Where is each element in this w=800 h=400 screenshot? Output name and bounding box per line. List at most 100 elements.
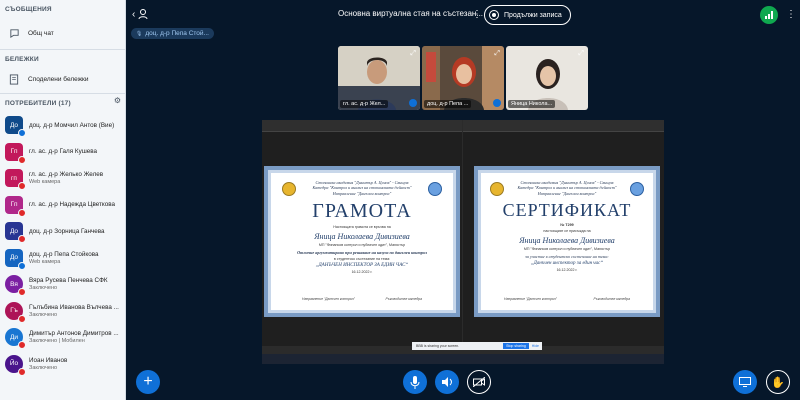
avatar-initials: До (9, 227, 19, 235)
mic-active-icon (409, 99, 417, 107)
video-tile[interactable]: ⤢ Яница Никола... (506, 46, 588, 110)
camera-button[interactable] (467, 370, 491, 394)
chevron-left-icon[interactable]: ‹ (132, 9, 135, 20)
public-chat-item[interactable]: Общ чат (0, 23, 125, 43)
user-status: Web камера (29, 179, 61, 186)
presenter-tag: 🎙 доц. д-р Пепа Стой... (131, 28, 214, 39)
user-list-item[interactable]: Йо Йоан Иванов Заключено (0, 351, 125, 378)
avatar: До (5, 248, 26, 270)
desktop-icon (739, 377, 751, 387)
hide-button[interactable]: Hide (532, 344, 539, 348)
avatar-initials: Гп (10, 201, 18, 209)
users-toggle-icon[interactable] (138, 8, 148, 20)
user-list-item[interactable]: Гп гл. ас. д-р Надежда Цветкова (0, 192, 125, 219)
avatar: До (5, 222, 26, 244)
expand-icon[interactable]: ⤢ (494, 50, 500, 58)
cert2-header3: Направление "Данъчен контрол" (537, 190, 597, 196)
user-list-item[interactable]: гп гл. ас. д-р Желько Желев Web камера (0, 165, 125, 192)
cert1-text1: Отличие аргументирано при решаване на ка… (297, 250, 427, 256)
audio-button[interactable] (435, 370, 459, 394)
chat-icon (8, 27, 20, 39)
video-tile[interactable]: ⤢ доц. д-р Пепа ... (422, 46, 504, 110)
notes-section-title: БЕЛЕЖКИ (5, 56, 39, 63)
cert2-event: „Данъчен инспектор за един час“ (530, 261, 604, 267)
cert1-text2: в студентско състезание на тема: (333, 257, 391, 262)
cert2-sign-left: Направление "Данъчен контрол" (504, 297, 557, 301)
cert2-sign-right: Ръководител катедра (593, 297, 630, 301)
speaker-icon (442, 377, 452, 387)
user-list: До доц. д-р Момчил Антов (Вие) Гп гл. ас. д… (0, 112, 125, 377)
mic-icon: 🎙 (136, 30, 143, 37)
raise-hand-button[interactable]: ✋ (766, 370, 790, 394)
cert1-sub: МП "Финансов контрол и публичен одит", М… (318, 243, 406, 248)
record-button[interactable]: Продължи записа (484, 5, 571, 25)
avatar-initials: До (9, 254, 19, 262)
shared-notes-label: Споделени бележки (28, 75, 89, 83)
sharing-notice: BBB is sharing your screen. Stop sharing… (412, 342, 542, 350)
avatar-initials: До (9, 121, 19, 129)
microphone-button[interactable] (403, 370, 427, 394)
user-list-item[interactable]: До доц. д-р Зорница Ганчева (0, 218, 125, 245)
mic-status-icon (18, 288, 26, 297)
cert1-sign-left: Направление "Данъчен контрол" (302, 297, 355, 301)
public-chat-label: Общ чат (28, 29, 54, 37)
cert2-sub: МП "Финансов контрол и публичен одит", М… (523, 247, 611, 252)
user-list-item[interactable]: Ди Димитър Антонов Димитров ... Заключено … (0, 324, 125, 351)
divider (0, 93, 125, 94)
connection-status-icon[interactable] (760, 6, 778, 24)
screen-share-button[interactable] (733, 370, 757, 394)
academy-seal-icon (282, 182, 296, 196)
cert1-name: Яница Николаева Дивизиева (314, 232, 410, 242)
screen-share[interactable]: Стопанска академия "Димитър А. Ценов" - … (262, 120, 664, 364)
mic-status-icon (18, 182, 26, 191)
sertifikat-document: Стопанска академия "Димитър А. Ценов" - … (474, 166, 660, 317)
user-name: Димитър Антонов Димитров ... (29, 330, 119, 338)
notes-icon (8, 73, 20, 85)
avatar: Гп (5, 142, 26, 164)
hand-icon: ✋ (771, 376, 785, 389)
record-label: Продължи записа (504, 11, 562, 19)
sharing-notice-text: BBB is sharing your screen. (416, 344, 460, 348)
windows-taskbar (262, 354, 664, 364)
user-name: гл. ас. д-р Надежда Цветкова (29, 201, 116, 209)
right-window-titlebar (463, 120, 664, 132)
presenter-name: доц. д-р Пепа Стой... (145, 30, 209, 37)
user-name: доц. д-р Пепа Стойкова (29, 250, 99, 258)
cert1-title: ГРАМОТА (312, 200, 412, 223)
video-tile[interactable]: ⤢ гл. ас. д-р Жел... (338, 46, 420, 110)
user-name: доц. д-р Зорница Ганчева (29, 227, 105, 235)
user-list-item[interactable]: Гъ Гълъбина Иванова Вълчева ... Заключено (0, 298, 125, 325)
user-list-item[interactable]: Вя Вяра Русева Пенчева СФК Заключено (0, 271, 125, 298)
user-status: Заключено (29, 311, 58, 318)
avatar: До (5, 116, 26, 138)
room-title: Основна виртуална стая на състезан... (338, 9, 484, 18)
mic-status-icon (18, 208, 26, 217)
cert1-event: „ДАНЪЧЕН ИНСПЕКТОР ЗА ЕДИН ЧАС“ (315, 263, 409, 269)
gear-icon[interactable]: ⚙ (114, 96, 121, 105)
stop-sharing-button[interactable]: Stop sharing (503, 343, 529, 349)
avatar-initials: Вя (10, 280, 18, 288)
cert2-text1: за участие в студентско състезание на те… (525, 254, 609, 260)
avatar: Ди (5, 328, 26, 350)
mic-status-icon (18, 314, 26, 323)
user-list-item[interactable]: До доц. д-р Момчил Антов (Вие) (0, 112, 125, 139)
shared-notes-item[interactable]: Споделени бележки (0, 69, 125, 89)
user-name: Гълъбина Иванова Вълчева ... (29, 303, 119, 311)
user-list-item[interactable]: До доц. д-р Пепа Стойкова Web камера (0, 245, 125, 272)
more-vertical-icon[interactable]: ⋮ (472, 9, 482, 20)
user-name: Вяра Русева Пенчева СФК (29, 277, 108, 285)
mic-status-icon (18, 261, 26, 270)
add-actions-button[interactable]: + (136, 370, 160, 394)
gramota-document: Стопанска академия "Димитър А. Ценов" - … (264, 166, 460, 317)
camera-off-icon (473, 377, 485, 387)
user-list-item[interactable]: Гп гл. ас. д-р Галя Кушева (0, 139, 125, 166)
options-menu-icon[interactable]: ⋮ (786, 9, 796, 20)
expand-icon[interactable]: ⤢ (410, 50, 416, 58)
user-status: Web камера (29, 258, 61, 265)
user-status: Заключено (29, 285, 58, 292)
mic-status-icon (18, 235, 26, 244)
mic-status-icon (18, 367, 26, 376)
cert2-given: настоящият се присъжда на (543, 229, 591, 234)
expand-icon[interactable]: ⤢ (578, 50, 584, 58)
divider (0, 49, 125, 50)
